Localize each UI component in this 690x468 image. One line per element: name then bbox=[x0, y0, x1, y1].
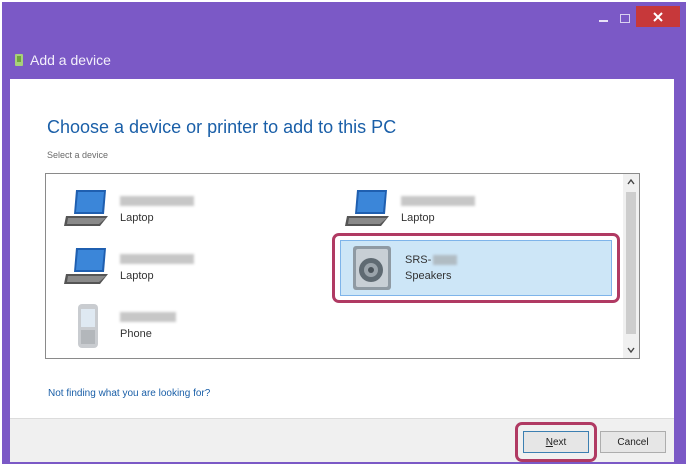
device-name-redacted bbox=[120, 254, 194, 264]
laptop-icon bbox=[64, 248, 108, 284]
device-name-redacted bbox=[433, 255, 458, 265]
close-button[interactable] bbox=[636, 6, 680, 27]
laptop-icon bbox=[64, 190, 108, 226]
window-header: Add a device bbox=[14, 52, 111, 68]
chevron-down-icon bbox=[627, 347, 635, 353]
close-icon bbox=[653, 11, 663, 22]
device-list: Laptop Laptop SRS- Speakers Laptop Phone bbox=[45, 173, 640, 359]
maximize-icon bbox=[620, 13, 630, 23]
device-type: Laptop bbox=[120, 270, 154, 282]
device-name-redacted bbox=[120, 196, 194, 206]
next-label: ext bbox=[552, 436, 567, 448]
device-name-redacted bbox=[401, 196, 475, 206]
maximize-button[interactable] bbox=[614, 8, 636, 28]
device-app-icon bbox=[15, 54, 23, 66]
dialog-content: Choose a device or printer to add to thi… bbox=[10, 79, 674, 418]
device-item-laptop-1[interactable]: Laptop bbox=[62, 182, 322, 238]
minimize-icon bbox=[598, 20, 608, 22]
help-link[interactable]: Not finding what you are looking for? bbox=[48, 388, 210, 399]
next-accelerator: N bbox=[545, 436, 553, 448]
scroll-thumb[interactable] bbox=[626, 192, 636, 334]
dialog-footer: Next Cancel bbox=[10, 418, 674, 462]
device-type: Laptop bbox=[120, 212, 154, 224]
device-item-phone[interactable]: Phone bbox=[62, 298, 322, 354]
minimize-button[interactable] bbox=[592, 8, 614, 28]
device-type: Phone bbox=[120, 328, 152, 340]
window-title: Add a device bbox=[30, 52, 111, 68]
cancel-button[interactable]: Cancel bbox=[600, 431, 666, 453]
speaker-icon bbox=[353, 246, 391, 290]
chevron-up-icon bbox=[627, 179, 635, 185]
laptop-icon bbox=[345, 190, 389, 226]
device-type: Speakers bbox=[405, 270, 452, 282]
device-list-scrollbar[interactable] bbox=[623, 174, 639, 358]
device-name: SRS- bbox=[405, 254, 432, 266]
scroll-up-button[interactable] bbox=[623, 174, 639, 190]
device-type: Laptop bbox=[401, 212, 435, 224]
title-bar[interactable] bbox=[2, 2, 686, 30]
page-heading: Choose a device or printer to add to thi… bbox=[47, 117, 397, 137]
page-subheading: Select a device bbox=[47, 150, 109, 160]
phone-icon bbox=[78, 304, 98, 348]
device-item-laptop-3[interactable]: Laptop bbox=[62, 240, 322, 296]
device-name-redacted bbox=[120, 312, 176, 322]
next-button[interactable]: Next bbox=[523, 431, 589, 453]
scroll-down-button[interactable] bbox=[623, 342, 639, 358]
device-item-laptop-2[interactable]: Laptop bbox=[343, 182, 603, 238]
device-item-speakers[interactable]: SRS- Speakers bbox=[340, 240, 612, 296]
